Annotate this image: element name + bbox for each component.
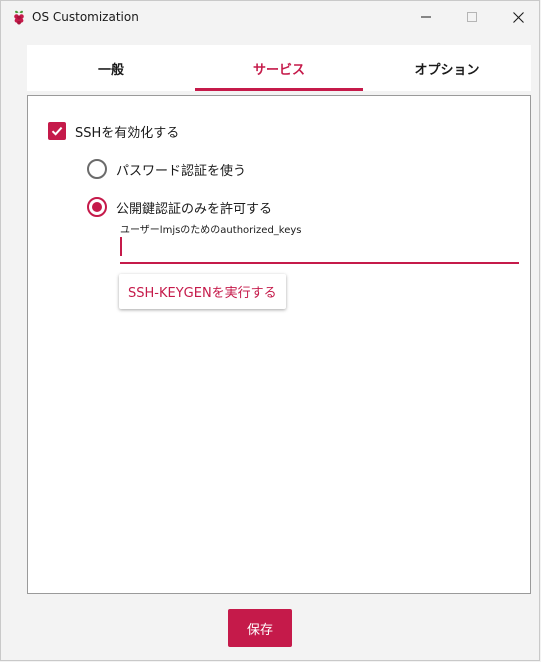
- password-auth-radio[interactable]: [87, 159, 107, 179]
- ssh-enable-checkbox-row[interactable]: SSHを有効化する: [48, 122, 180, 141]
- minimize-icon: [421, 16, 431, 18]
- public-key-auth-option[interactable]: 公開鍵認証のみを許可する: [87, 197, 272, 217]
- os-customization-window: OS Customization 一般 サービス オプション SSHを有効化する…: [0, 0, 540, 661]
- tab-options[interactable]: オプション: [363, 45, 531, 91]
- password-auth-option[interactable]: パスワード認証を使う: [87, 159, 246, 179]
- window-title: OS Customization: [32, 10, 139, 24]
- minimize-button[interactable]: [403, 1, 449, 33]
- password-auth-label: パスワード認証を使う: [116, 163, 247, 179]
- text-cursor: [120, 237, 122, 256]
- services-panel: SSHを有効化する パスワード認証を使う 公開鍵認証のみを許可する ユーザーlm…: [27, 95, 531, 594]
- checkmark-icon: [51, 126, 63, 136]
- close-icon: [512, 11, 524, 23]
- ssh-enable-label: SSHを有効化する: [75, 125, 180, 141]
- close-button[interactable]: [495, 1, 541, 33]
- run-ssh-keygen-button[interactable]: SSH-KEYGENを実行する: [119, 274, 286, 309]
- tab-services[interactable]: サービス: [195, 45, 363, 91]
- save-button[interactable]: 保存: [228, 609, 292, 647]
- public-key-auth-label: 公開鍵認証のみを許可する: [116, 201, 273, 217]
- raspberry-pi-app-icon: [14, 10, 24, 25]
- ssh-enable-checkbox[interactable]: [48, 122, 66, 140]
- maximize-button[interactable]: [449, 1, 495, 33]
- maximize-icon: [467, 12, 477, 22]
- radio-selected-dot: [92, 202, 102, 212]
- authorized-keys-input[interactable]: [120, 234, 519, 264]
- settings-tab-bar: 一般 サービス オプション: [27, 45, 531, 91]
- title-bar[interactable]: OS Customization: [1, 1, 539, 33]
- tab-general[interactable]: 一般: [27, 45, 195, 91]
- public-key-auth-radio[interactable]: [87, 197, 107, 217]
